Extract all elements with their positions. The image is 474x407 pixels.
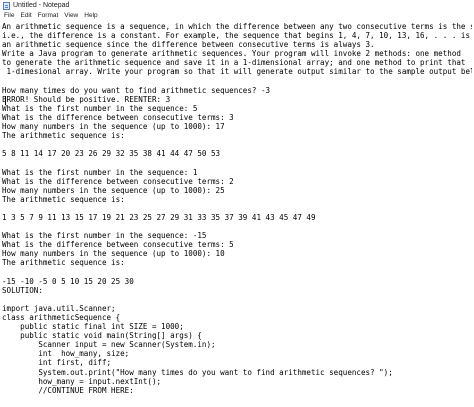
text-line: Scanner input = new Scanner(System.in); [2,340,216,350]
notepad-icon [3,1,10,10]
text-line: What is the first number in the sequence… [2,167,198,177]
text-line: an arithmetic sequence since the differe… [2,40,375,50]
text-line: -15 -10 -5 0 5 10 15 20 25 30 [2,276,134,286]
text-line [2,77,472,86]
text-line: import java.util.Scanner; [2,303,116,313]
window-title: Untitled - Notepad [13,2,70,9]
text-line: 1-dimesional array. Write your program s… [2,67,472,77]
notepad-window: Untitled - Notepad File Edit Format View… [0,0,474,407]
menu-bar: File Edit Format View Help [0,11,474,21]
text-line: //CONTINUE FROM HERE: [2,385,134,395]
text-line: How many times do you want to find arith… [2,85,271,95]
text-line [2,204,472,213]
menu-edit[interactable]: Edit [17,11,34,21]
text-line [2,140,472,149]
text-line [2,295,472,304]
text-line: ERROR! Should be positive. REENTER: 3 [2,94,171,104]
text-line: An arithmetic sequence is a sequence, in… [2,22,472,31]
text-line: how_many = input.nextInt(); [2,376,162,386]
text-line [2,268,472,277]
text-line: public static final int SIZE = 1000; [2,322,184,332]
text-line: The arithmetic sequence is: [2,131,125,141]
text-line: public static void main(String[] args) { [2,331,202,341]
text-line: How many numbers in the sequence (up to … [2,249,225,259]
text-cursor [5,96,6,105]
text-line: int how_many, size; [2,349,130,359]
text-line: int first, diff; [2,358,112,368]
text-line [2,222,472,231]
text-line: What is the difference between consecuti… [2,176,234,186]
menu-help[interactable]: Help [81,11,100,21]
text-line: The arithmetic sequence is: [2,194,125,204]
text-editor-area[interactable]: An arithmetic sequence is a sequence, in… [2,22,472,407]
text-line: The arithmetic sequence is: [2,258,125,268]
text-line: SOLUTION: [2,285,43,295]
text-line: How many numbers in the sequence (up to … [2,122,225,132]
menu-format[interactable]: Format [35,11,62,21]
text-line: What is the difference between consecuti… [2,240,234,250]
text-line: class arithmeticSequence { [2,313,121,322]
title-bar[interactable]: Untitled - Notepad [0,0,474,11]
text-line: How many numbers in the sequence (up to … [2,185,225,195]
text-line: 5 8 11 14 17 20 23 26 29 32 35 38 41 44 … [2,149,221,159]
text-line [2,158,472,167]
text-line: What is the difference between consecuti… [2,112,234,122]
text-line: i.e., the difference is a constant. For … [2,31,470,41]
text-line: What is the first number in the sequence… [2,231,207,241]
text-line: System.out.print("How many times do you … [2,367,393,377]
text-line: What is the first number in the sequence… [2,103,198,113]
menu-file[interactable]: File [0,11,17,21]
menu-view[interactable]: View [61,11,81,21]
text-line: 1 3 5 7 9 11 13 15 17 19 21 23 25 27 29 … [2,212,316,222]
text-line: Write a Java program to generate arithme… [2,49,461,59]
text-line: to generate the arithmetic sequence and … [2,58,466,68]
